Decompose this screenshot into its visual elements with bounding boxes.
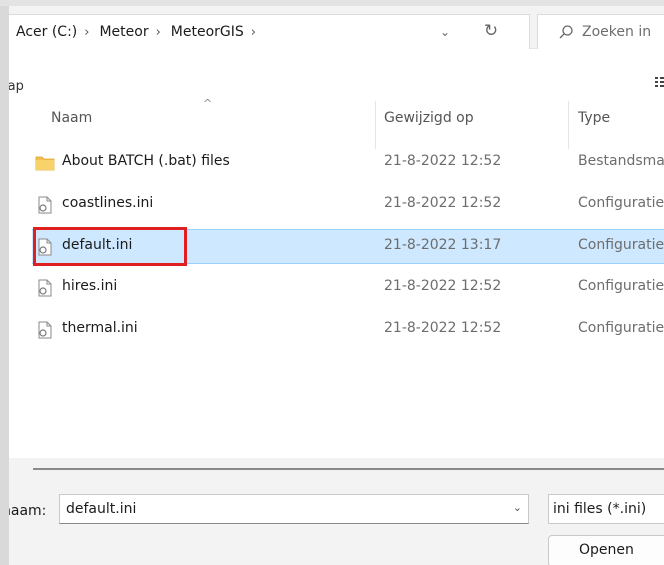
toolbar: iap: [9, 49, 664, 99]
crumb-drive[interactable]: Acer (C:): [9, 24, 81, 40]
filename-input[interactable]: default.ini ⌄: [59, 494, 529, 524]
file-type: Configuratie: [578, 278, 664, 294]
file-type-filter-select[interactable]: ini files (*.ini): [548, 494, 664, 524]
crumb-meteorgis[interactable]: MeteorGIS: [164, 24, 248, 40]
search-input[interactable]: Zoeken in: [537, 14, 664, 50]
filename-label: naam:: [9, 503, 47, 519]
file-type: Configuratie: [578, 320, 664, 336]
file-type: Configuratie: [578, 237, 664, 253]
filename-value: default.ini: [66, 501, 137, 517]
file-row[interactable]: About BATCH (.bat) files 21-8-2022 12:52…: [32, 146, 664, 179]
config-file-icon: [38, 196, 52, 214]
search-icon: [559, 25, 573, 39]
sort-ascending-icon: ^: [203, 97, 213, 110]
file-modified: 21-8-2022 12:52: [384, 195, 502, 211]
file-row[interactable]: coastlines.ini 21-8-2022 12:52 Configura…: [32, 188, 664, 221]
file-dialog: Acer (C:) › Meteor › MeteorGIS › ⌄ ↻ Zoe…: [9, 6, 664, 565]
window-shadow-left: [0, 0, 9, 565]
file-name: hires.ini: [62, 278, 118, 294]
file-type: Configuratie: [578, 195, 664, 211]
file-modified: 21-8-2022 12:52: [384, 320, 502, 336]
file-modified: 21-8-2022 12:52: [384, 153, 502, 169]
file-modified: 21-8-2022 12:52: [384, 278, 502, 294]
splitter-handle[interactable]: [33, 468, 664, 470]
chevron-right-icon[interactable]: ›: [248, 25, 259, 40]
breadcrumb[interactable]: Acer (C:) › Meteor › MeteorGIS › ⌄ ↻: [9, 14, 530, 50]
chevron-down-icon[interactable]: ⌄: [437, 25, 453, 41]
file-modified: 21-8-2022 13:17: [384, 237, 502, 253]
file-name: thermal.ini: [62, 320, 138, 336]
more-icon[interactable]: [655, 75, 664, 89]
column-divider[interactable]: [375, 101, 376, 149]
dialog-footer: naam: default.ini ⌄ ini files (*.ini) Op…: [9, 458, 664, 565]
refresh-icon[interactable]: ↻: [479, 21, 503, 43]
config-file-icon: [38, 321, 52, 339]
address-bar: Acer (C:) › Meteor › MeteorGIS › ⌄ ↻ Zoe…: [9, 6, 664, 50]
annotation-highlight-box: [33, 227, 187, 266]
toolbar-new-folder-label[interactable]: iap: [9, 79, 24, 94]
folder-icon: [35, 156, 55, 171]
open-button-label: Openen: [579, 542, 634, 558]
chevron-right-icon: ›: [84, 24, 90, 40]
column-header-modified[interactable]: Gewijzigd op: [384, 110, 474, 126]
file-row[interactable]: thermal.ini 21-8-2022 12:52 Configuratie: [32, 313, 664, 346]
column-header-name[interactable]: Naam: [51, 110, 92, 126]
file-type-filter-value: ini files (*.ini): [553, 501, 647, 517]
search-placeholder: Zoeken in: [582, 24, 652, 40]
config-file-icon: [38, 279, 52, 297]
file-name: coastlines.ini: [62, 195, 154, 211]
file-type: Bestandsma: [578, 153, 664, 169]
open-button[interactable]: Openen: [548, 535, 664, 565]
file-name: About BATCH (.bat) files: [62, 153, 230, 169]
crumb-meteor[interactable]: Meteor: [92, 24, 152, 40]
file-row[interactable]: hires.ini 21-8-2022 12:52 Configuratie: [32, 271, 664, 304]
chevron-right-icon: ›: [155, 24, 161, 40]
column-header-type[interactable]: Type: [578, 110, 610, 126]
column-divider[interactable]: [568, 101, 569, 149]
chevron-down-icon[interactable]: ⌄: [513, 501, 522, 514]
